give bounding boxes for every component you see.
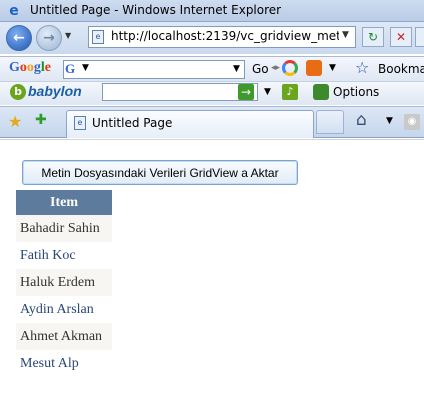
- chevron-down-icon[interactable]: ▼: [233, 64, 240, 74]
- window-title: Untitled Page - Windows Internet Explore…: [30, 3, 282, 17]
- google-search-input[interactable]: [63, 60, 245, 79]
- grid-row: Bahadir Sahin: [16, 215, 112, 242]
- forward-arrow-icon[interactable]: →: [36, 25, 62, 51]
- items-gridview: Item Bahadir Sahin Fatih Koc Haluk Erdem…: [16, 190, 112, 377]
- google-logo: Google: [9, 60, 51, 75]
- toolbar-icon[interactable]: [306, 60, 322, 76]
- toolbar-separator-icon: ◂▸: [271, 63, 281, 73]
- babylon-icon: b: [10, 84, 26, 100]
- chevron-down-icon[interactable]: ▼: [264, 87, 271, 97]
- back-arrow-icon[interactable]: ←: [6, 25, 32, 51]
- history-dropdown-icon[interactable]: ▼: [65, 31, 71, 40]
- address-dropdown-icon[interactable]: ▼: [342, 30, 349, 40]
- home-icon[interactable]: ⌂: [356, 110, 367, 130]
- feed-icon[interactable]: ◉: [404, 114, 420, 130]
- babylon-logo: babylon: [28, 83, 82, 99]
- grid-header-item: Item: [16, 190, 112, 215]
- bookmark-star-icon[interactable]: ☆: [355, 58, 369, 77]
- options-icon[interactable]: [313, 84, 329, 100]
- speaker-icon[interactable]: ♪: [282, 84, 298, 100]
- favorites-star-icon[interactable]: ★: [8, 112, 22, 131]
- babylon-search-input[interactable]: [102, 83, 258, 101]
- chevron-down-icon[interactable]: ▼: [329, 63, 336, 73]
- chevron-down-icon[interactable]: ▼: [386, 116, 393, 126]
- grid-row: Ahmet Akman: [16, 323, 112, 350]
- google-go-button[interactable]: Go: [252, 62, 269, 76]
- options-button[interactable]: Options: [333, 85, 379, 99]
- tab-title[interactable]: Untitled Page: [92, 116, 172, 130]
- pagerank-icon[interactable]: [282, 60, 298, 76]
- search-box-edge[interactable]: [415, 27, 424, 47]
- grid-row: Haluk Erdem: [16, 269, 112, 296]
- address-url[interactable]: http://localhost:2139/vc_gridview_metind…: [111, 29, 339, 43]
- page-icon: e: [92, 30, 104, 44]
- google-g-icon[interactable]: G: [65, 61, 75, 77]
- add-favorites-icon[interactable]: ✚: [35, 112, 47, 128]
- ie-logo-icon: e: [9, 3, 19, 19]
- stop-icon[interactable]: ✕: [390, 27, 412, 47]
- page-icon: e: [74, 116, 86, 130]
- chevron-down-icon[interactable]: ▼: [82, 63, 89, 73]
- bookmarks-button[interactable]: Bookma: [378, 62, 424, 76]
- go-arrow-icon[interactable]: →: [238, 84, 254, 100]
- refresh-icon[interactable]: ↻: [362, 27, 384, 47]
- grid-row: Mesut Alp: [16, 350, 112, 377]
- grid-row: Fatih Koc: [16, 242, 112, 269]
- new-tab-button[interactable]: [316, 110, 344, 134]
- grid-row: Aydin Arslan: [16, 296, 112, 323]
- transfer-to-gridview-button[interactable]: Metin Dosyasındaki Verileri GridView a A…: [22, 160, 298, 185]
